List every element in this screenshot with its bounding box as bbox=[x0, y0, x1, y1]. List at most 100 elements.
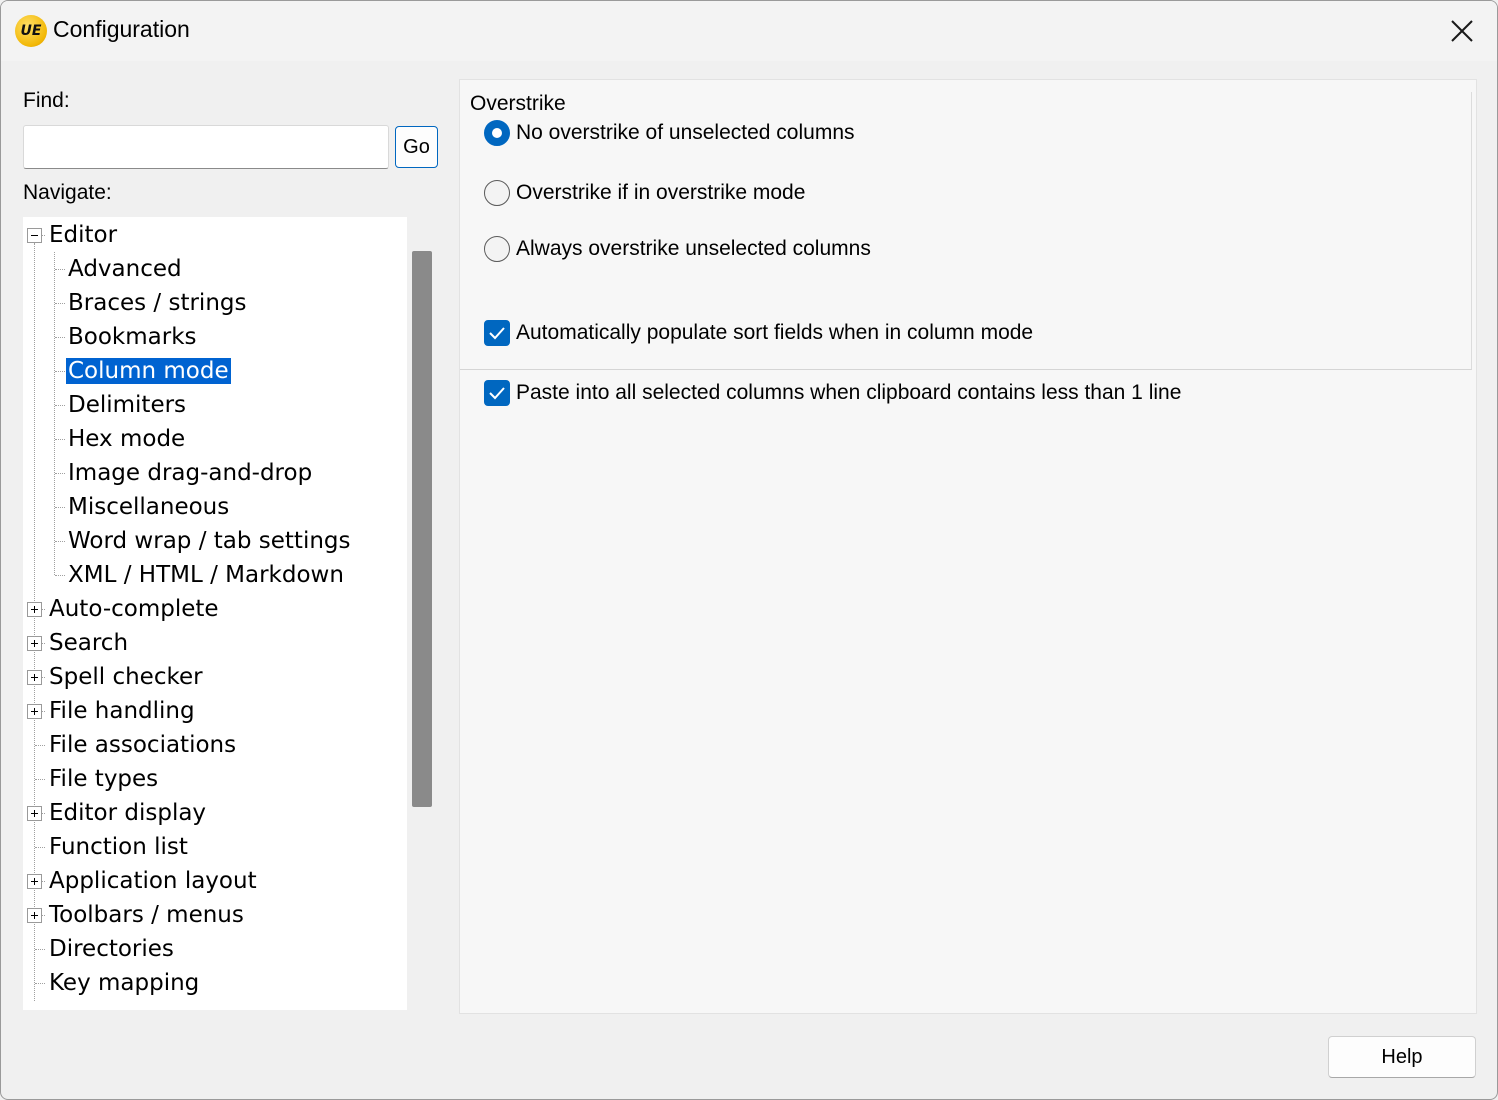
tree-item[interactable]: Delimiters bbox=[66, 388, 188, 422]
checkbox-label: Automatically populate sort fields when … bbox=[516, 321, 1034, 344]
checkmark-icon bbox=[489, 327, 505, 340]
radio-always-overstrike[interactable]: Always overstrike unselected columns bbox=[484, 234, 871, 264]
radio-no-overstrike[interactable]: No overstrike of unselected columns bbox=[484, 118, 855, 148]
tree-item-label: File handling bbox=[49, 698, 195, 724]
tree-item[interactable]: Editor bbox=[47, 218, 119, 252]
tree-item[interactable]: Key mapping bbox=[47, 966, 201, 1000]
tree-item[interactable]: Function list bbox=[47, 830, 190, 864]
tree-connector bbox=[55, 507, 65, 508]
tree-connector bbox=[55, 303, 65, 304]
tree-connector bbox=[35, 779, 45, 780]
radio-button-checked[interactable] bbox=[484, 120, 510, 146]
tree-item[interactable]: Spell checker bbox=[47, 660, 205, 694]
tree-item-label: Image drag-and-drop bbox=[68, 460, 313, 486]
tree-item[interactable]: Hex mode bbox=[66, 422, 187, 456]
tree-item-label: Braces / strings bbox=[68, 290, 247, 316]
tree-scrollbar-thumb[interactable] bbox=[412, 251, 432, 807]
checkbox-checked[interactable] bbox=[484, 320, 510, 346]
radio-button[interactable] bbox=[484, 180, 510, 206]
tree-item-label: File types bbox=[49, 766, 159, 792]
checkbox-populate-sort-fields[interactable]: Automatically populate sort fields when … bbox=[484, 318, 1033, 348]
tree-connector bbox=[55, 473, 65, 474]
tree-connector bbox=[54, 252, 55, 575]
tree-item[interactable]: File associations bbox=[47, 728, 238, 762]
tree-connector bbox=[35, 847, 45, 848]
tree-item[interactable]: Application layout bbox=[47, 864, 259, 898]
tree-item[interactable]: File handling bbox=[47, 694, 197, 728]
tree-item[interactable]: Miscellaneous bbox=[66, 490, 231, 524]
window-title: Configuration bbox=[53, 16, 190, 42]
tree-item-label: Column mode bbox=[65, 357, 232, 385]
overstrike-group-title: Overstrike bbox=[468, 92, 568, 116]
radio-label: Always overstrike unselected columns bbox=[516, 237, 871, 260]
tree-connector bbox=[55, 269, 65, 270]
expand-icon[interactable] bbox=[27, 602, 42, 617]
tree-item-label: Key mapping bbox=[49, 970, 200, 996]
tree-item[interactable]: Directories bbox=[47, 932, 176, 966]
find-label: Find: bbox=[23, 89, 70, 112]
close-icon bbox=[1451, 20, 1473, 42]
expand-icon[interactable] bbox=[27, 908, 42, 923]
navigate-label: Navigate: bbox=[23, 181, 112, 204]
close-button[interactable] bbox=[1427, 1, 1497, 61]
radio-label: No overstrike of unselected columns bbox=[516, 121, 855, 144]
help-button[interactable]: Help bbox=[1328, 1036, 1476, 1078]
checkbox-checked[interactable] bbox=[484, 380, 510, 406]
expand-icon[interactable] bbox=[27, 670, 42, 685]
radio-label: Overstrike if in overstrike mode bbox=[516, 181, 806, 204]
expand-icon[interactable] bbox=[27, 704, 42, 719]
tree-item[interactable]: Toolbars / menus bbox=[47, 898, 246, 932]
tree-connector bbox=[35, 745, 45, 746]
tree-item[interactable]: Braces / strings bbox=[66, 286, 249, 320]
tree-connector bbox=[55, 541, 65, 542]
tree-item[interactable]: Image drag-and-drop bbox=[66, 456, 314, 490]
expand-icon[interactable] bbox=[27, 874, 42, 889]
tree-item-label: Bookmarks bbox=[68, 324, 197, 350]
tree-item[interactable]: File types bbox=[47, 762, 160, 796]
tree-item-label: Application layout bbox=[49, 868, 257, 894]
tree-item[interactable]: Editor display bbox=[47, 796, 208, 830]
tree-item-label: Advanced bbox=[68, 256, 182, 282]
collapse-icon[interactable] bbox=[27, 228, 42, 243]
tree-item-label: Word wrap / tab settings bbox=[68, 528, 351, 554]
tree-item-label: Directories bbox=[49, 936, 174, 962]
tree-connector bbox=[55, 405, 65, 406]
tree-connector bbox=[55, 337, 65, 338]
tree-connector bbox=[35, 949, 45, 950]
tree-item[interactable]: Advanced bbox=[66, 252, 184, 286]
tree-connector bbox=[55, 371, 65, 372]
tree-item[interactable]: Word wrap / tab settings bbox=[66, 524, 353, 558]
tree-item[interactable]: Column mode bbox=[65, 354, 232, 388]
radio-overstrike-if-mode[interactable]: Overstrike if in overstrike mode bbox=[484, 178, 805, 208]
tree-connector bbox=[35, 983, 45, 984]
settings-panel: Overstrike No overstrike of unselected c… bbox=[459, 79, 1477, 1014]
checkbox-label: Paste into all selected columns when cli… bbox=[516, 381, 1182, 404]
go-button[interactable]: Go bbox=[395, 126, 438, 168]
tree-item-label: Auto-complete bbox=[49, 596, 219, 622]
tree-item-label: Toolbars / menus bbox=[49, 902, 244, 928]
checkmark-icon bbox=[489, 387, 505, 400]
navigate-tree[interactable]: Editor Advanced Braces / strings Bookmarks C… bbox=[23, 217, 407, 1010]
expand-icon[interactable] bbox=[27, 636, 42, 651]
tree-item-label: Editor bbox=[49, 222, 118, 248]
tree-item-label: File associations bbox=[49, 732, 237, 758]
checkbox-paste-all-columns[interactable]: Paste into all selected columns when cli… bbox=[484, 378, 1181, 408]
tree-item-label: Spell checker bbox=[49, 664, 203, 690]
tree-item-label: Miscellaneous bbox=[68, 494, 230, 520]
tree-item-label: Editor display bbox=[49, 800, 207, 826]
tree-item-label: Delimiters bbox=[68, 392, 187, 418]
tree-connector bbox=[55, 575, 65, 576]
tree-item[interactable]: Bookmarks bbox=[66, 320, 199, 354]
tree-item-label: XML / HTML / Markdown bbox=[68, 562, 344, 588]
tree-item-label: Hex mode bbox=[68, 426, 186, 452]
tree-item[interactable]: Search bbox=[47, 626, 130, 660]
tree-item[interactable]: Auto-complete bbox=[47, 592, 221, 626]
title-bar: UE Configuration bbox=[1, 1, 1497, 61]
tree-item-label: Function list bbox=[49, 834, 188, 860]
configuration-dialog: UE Configuration Find: Go Navigate: Edit… bbox=[0, 0, 1498, 1100]
radio-button[interactable] bbox=[484, 236, 510, 262]
tree-item[interactable]: XML / HTML / Markdown bbox=[66, 558, 346, 592]
find-input[interactable] bbox=[23, 125, 389, 169]
tree-connector bbox=[55, 439, 65, 440]
expand-icon[interactable] bbox=[27, 806, 42, 821]
